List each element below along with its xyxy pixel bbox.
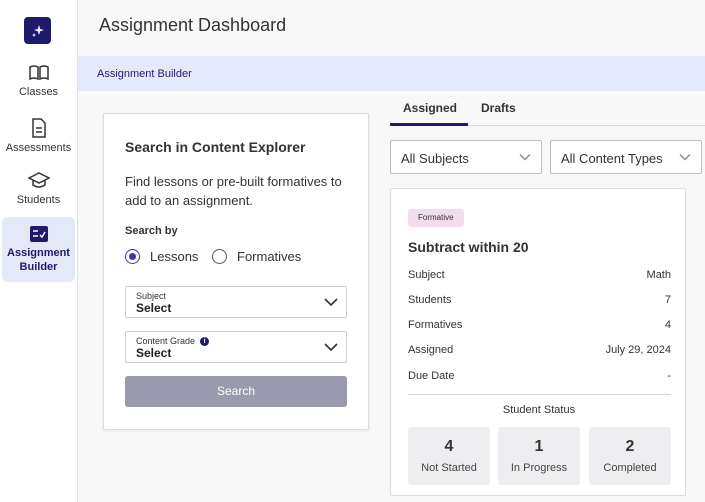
detail-row-due-date: Due Date - [408,370,671,382]
detail-row-assigned: Assigned July 29, 2024 [408,344,671,356]
content-explorer-card: Search in Content Explorer Find lessons … [103,113,369,430]
subject-filter-dropdown[interactable]: All Subjects [390,140,542,174]
content-grade-value: Select [136,346,172,360]
chevron-down-icon [679,154,691,161]
sidebar: Classes Assessments Students Assignment … [0,0,78,502]
content-explorer-description: Find lessons or pre-built formatives to … [125,174,342,208]
detail-label: Due Date [408,370,455,382]
detail-value: 7 [664,294,671,306]
radio-selected-icon[interactable] [125,249,140,264]
detail-row-subject: Subject Math [408,269,671,281]
stat-not-started: 4 Not Started [408,427,490,485]
info-icon[interactable]: i [200,336,210,346]
sidebar-item-assessments[interactable]: Assessments [2,118,75,155]
radio-lessons-label: Lessons [150,249,199,264]
detail-value: Math [646,269,671,281]
detail-value: 4 [664,319,671,331]
search-button[interactable]: Search [125,376,347,407]
content-type-filter-dropdown[interactable]: All Content Types [550,140,702,174]
search-by-label: Search by [125,225,178,237]
chevron-down-icon [519,154,531,161]
document-icon [31,118,46,138]
breadcrumb: Assignment Builder [78,56,705,91]
tab-drafts[interactable]: Drafts [481,101,516,115]
radio-lessons[interactable]: Lessons [125,249,198,264]
tab-assigned[interactable]: Assigned [403,101,457,115]
radio-unselected-icon[interactable] [212,249,227,264]
assignment-tabs: Assigned Drafts [390,92,705,126]
detail-row-formatives: Formatives 4 [408,319,671,331]
detail-label: Students [408,294,452,306]
stat-label: In Progress [510,462,568,474]
content-grade-label: Content Grade [136,336,196,346]
content-type-filter-value: All Content Types [561,151,663,166]
chevron-down-icon [324,343,338,352]
content-grade-select[interactable]: Content Grade i Select [125,331,347,363]
sidebar-item-label: Classes [18,86,59,98]
subject-select-label: Subject [136,291,167,301]
detail-row-students: Students 7 [408,294,671,306]
checklist-icon [29,226,48,242]
radio-formatives[interactable]: Formatives [212,249,301,264]
sidebar-item-label: Assignment Builder [7,247,70,273]
assignment-card[interactable]: Formative Subtract within 20 Subject Mat… [390,188,686,496]
graduation-cap-icon [27,172,50,188]
radio-formatives-label: Formatives [237,249,302,264]
stat-count: 2 [625,438,635,455]
stat-count: 4 [444,438,454,455]
sidebar-item-assignment-builder[interactable]: Assignment Builder [2,217,75,282]
detail-label: Formatives [408,319,463,331]
content-explorer-title: Search in Content Explorer [125,139,306,155]
breadcrumb-label: Assignment Builder [97,68,192,80]
stat-count: 1 [534,438,544,455]
active-tab-indicator [390,123,468,126]
stat-completed: 2 Completed [589,427,671,485]
detail-label: Assigned [408,344,454,356]
formative-badge: Formative [408,209,464,227]
subject-filter-value: All Subjects [401,151,469,166]
stat-in-progress: 1 In Progress [498,427,580,485]
detail-label: Subject [408,269,445,281]
detail-value: - [667,370,671,382]
sidebar-item-label: Students [16,194,61,206]
sidebar-item-label: Assessments [5,142,72,154]
page-title: Assignment Dashboard [99,15,287,35]
assignment-title: Subtract within 20 [408,239,529,255]
student-status-title: Student Status [502,404,576,416]
sparkle-icon [31,24,44,37]
divider [408,394,671,395]
app-logo[interactable] [24,17,51,44]
subject-select-value: Select [136,301,172,315]
subject-select[interactable]: Subject Select [125,286,347,318]
stat-label: Completed [603,462,657,474]
book-icon [28,65,49,81]
sidebar-item-classes[interactable]: Classes [2,64,75,99]
detail-value: July 29, 2024 [605,344,671,356]
chevron-down-icon [324,298,338,307]
stat-label: Not Started [421,462,477,474]
sidebar-item-students[interactable]: Students [2,172,75,207]
